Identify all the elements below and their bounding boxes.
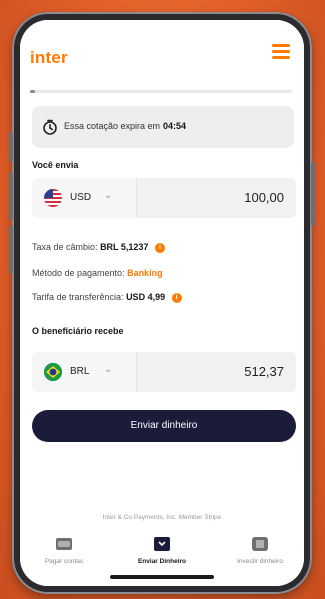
send-money-icon <box>154 537 170 551</box>
receive-amount-value: 512,37 <box>244 364 284 379</box>
volume-up-button <box>9 132 13 162</box>
hamburger-menu-icon[interactable] <box>272 44 290 59</box>
home-indicator <box>110 575 214 579</box>
quote-timer-text: Essa cotação expira em 04:54 <box>64 121 186 131</box>
nav-item-pay-bills[interactable]: Pagar contas <box>24 536 104 565</box>
receive-currency-code: BRL <box>70 366 90 377</box>
nav-item-invest[interactable]: Investir dinheiro <box>220 536 300 565</box>
app-header: inter <box>20 20 304 84</box>
receive-currency-select[interactable]: BRL ⌄ <box>32 352 137 392</box>
transfer-fee-value: USD 4,99 <box>126 292 166 302</box>
payment-method-line: Método de pagamento: Banking <box>32 268 163 278</box>
transfer-fee-label: Tarifa de transferência: <box>32 292 124 302</box>
br-flag-icon <box>44 363 62 381</box>
receive-amount-row: BRL ⌄ 512,37 <box>32 352 296 392</box>
send-currency-select[interactable]: USD ⌄ <box>32 178 137 218</box>
send-money-button[interactable]: Enviar dinheiro <box>32 410 296 442</box>
footer-note: Inter & Co Payments, Inc. Member Stripe <box>102 514 222 521</box>
nav-label-invest: Investir dinheiro <box>237 558 283 565</box>
chevron-down-icon: ⌄ <box>104 364 113 375</box>
transfer-fee-line: Tarifa de transferência: USD 4,99 i <box>32 292 182 303</box>
send-currency-code: USD <box>70 192 92 203</box>
send-amount-label: Você envia <box>32 160 79 170</box>
exchange-rate-line: Taxa de câmbio: BRL 5,1237 i <box>32 242 165 253</box>
nav-label-pay-bills: Pagar contas <box>44 558 84 565</box>
quote-progress-bar <box>30 90 292 93</box>
us-flag-icon <box>44 189 62 207</box>
info-icon[interactable]: i <box>171 292 182 303</box>
payment-method-label: Método de pagamento: <box>32 268 125 278</box>
send-amount-value: 100,00 <box>244 190 284 205</box>
quote-timer-countdown: 04:54 <box>163 121 187 131</box>
chevron-down-icon: ⌄ <box>104 190 113 201</box>
exchange-rate-value: BRL 5,1237 <box>100 242 149 252</box>
nav-label-send-money: Enviar Dinheiro <box>137 558 187 565</box>
send-amount-input[interactable]: 100,00 <box>137 178 296 218</box>
card-icon <box>56 538 72 550</box>
exchange-rate-label: Taxa de câmbio: <box>32 242 98 252</box>
receive-amount-input[interactable]: 512,37 <box>137 352 296 392</box>
send-amount-row: USD ⌄ 100,00 <box>32 178 296 218</box>
volume-down-button <box>9 172 13 220</box>
quote-timer-banner: Essa cotação expira em 04:54 <box>32 106 294 148</box>
info-icon[interactable]: i <box>154 242 165 253</box>
phone-screen: inter Essa cotação expira em 04:54 Você e… <box>20 20 304 586</box>
invest-icon <box>252 537 268 551</box>
receive-amount-label: O beneficiário recebe <box>32 326 124 336</box>
payment-method-value[interactable]: Banking <box>127 268 163 278</box>
mute-switch <box>9 226 13 274</box>
inter-logo[interactable]: inter <box>30 48 68 68</box>
clock-icon <box>43 119 57 135</box>
quote-timer-label: Essa cotação expira em <box>64 121 161 131</box>
power-button <box>311 162 315 226</box>
quote-progress-fill <box>30 90 36 93</box>
nav-item-send-money[interactable]: Enviar Dinheiro <box>122 536 202 565</box>
